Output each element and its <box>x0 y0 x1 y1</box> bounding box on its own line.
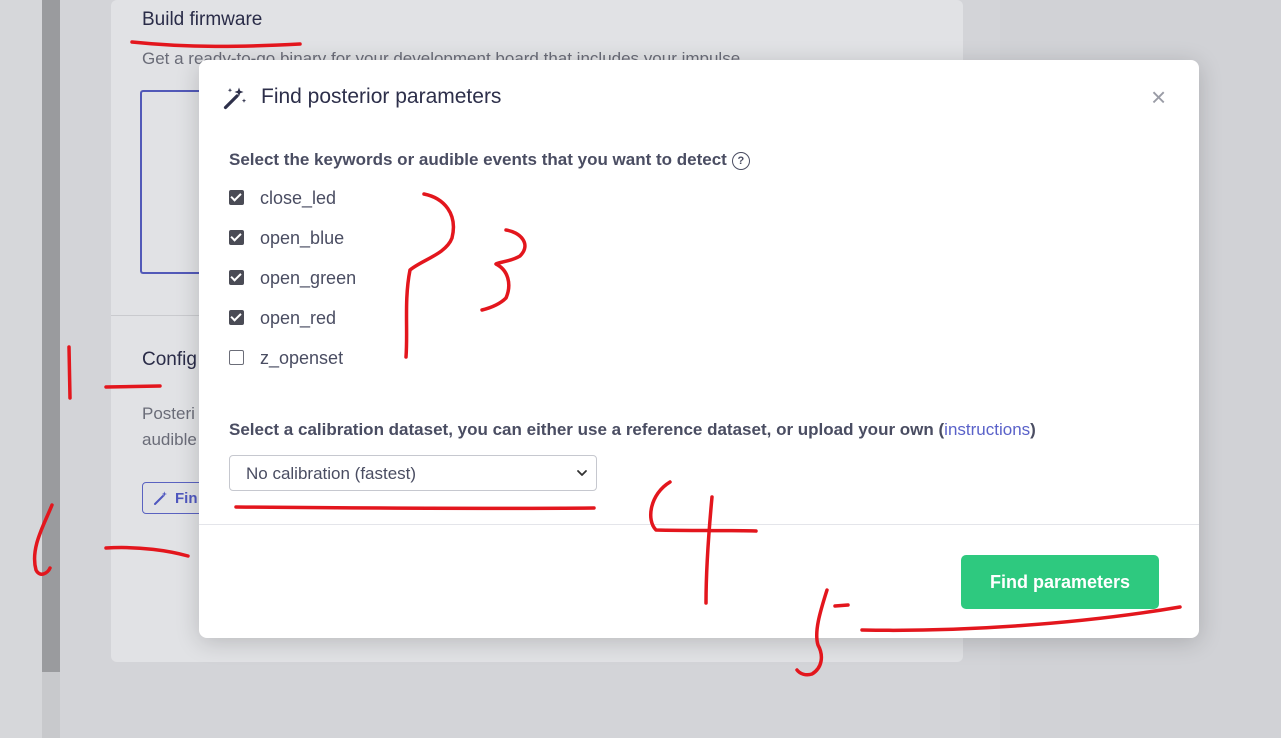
keyword-checkbox[interactable] <box>229 310 244 325</box>
modal-footer-divider <box>199 524 1199 525</box>
calibration-label: Select a calibration dataset, you can ei… <box>229 420 1036 440</box>
scrollbar-bottom <box>42 672 60 738</box>
keyword-checkbox[interactable] <box>229 270 244 285</box>
scrollbar-track[interactable] <box>42 0 60 672</box>
left-rail <box>0 0 42 738</box>
keywords-label-text: Select the keywords or audible events th… <box>229 150 727 169</box>
modal-title: Find posterior parameters <box>261 85 502 108</box>
keyword-checkbox[interactable] <box>229 230 244 245</box>
keyword-label: close_led <box>260 188 337 208</box>
keyword-label: open_green <box>260 268 357 288</box>
wand-icon <box>154 491 167 505</box>
keyword-checkbox[interactable] <box>229 190 244 205</box>
keyword-label: z_openset <box>260 348 344 368</box>
find-posterior-modal: Find posterior parameters × Select the k… <box>199 60 1199 638</box>
instructions-link[interactable]: instructions <box>944 420 1030 439</box>
calibration-label-prefix: Select a calibration dataset, you can ei… <box>229 420 945 439</box>
calibration-select[interactable]: No calibration (fastest) <box>229 455 597 491</box>
background-find-button-label: Fin <box>175 490 198 507</box>
build-firmware-title: Build firmware <box>142 9 263 30</box>
keywords-label: Select the keywords or audible events th… <box>229 150 750 170</box>
wand-icon <box>223 87 247 110</box>
calibration-select-value: No calibration (fastest) <box>246 464 417 483</box>
chevron-down-icon <box>577 470 587 476</box>
annotation-1-stroke <box>67 345 72 400</box>
keyword-checkbox[interactable] <box>229 350 244 365</box>
keyword-label: open_red <box>260 308 337 328</box>
posterior-desc-line2: audible <box>142 430 197 449</box>
keyword-label: open_blue <box>260 228 345 248</box>
posterior-desc-line1: Posteri <box>142 404 195 423</box>
help-icon[interactable]: ? <box>731 152 750 170</box>
calibration-label-suffix: ) <box>1030 420 1036 439</box>
modal-header: Find posterior parameters × <box>199 60 1199 134</box>
configure-title: Config <box>142 349 197 370</box>
find-parameters-button[interactable]: Find parameters <box>961 555 1159 609</box>
close-icon[interactable]: × <box>1151 84 1166 110</box>
